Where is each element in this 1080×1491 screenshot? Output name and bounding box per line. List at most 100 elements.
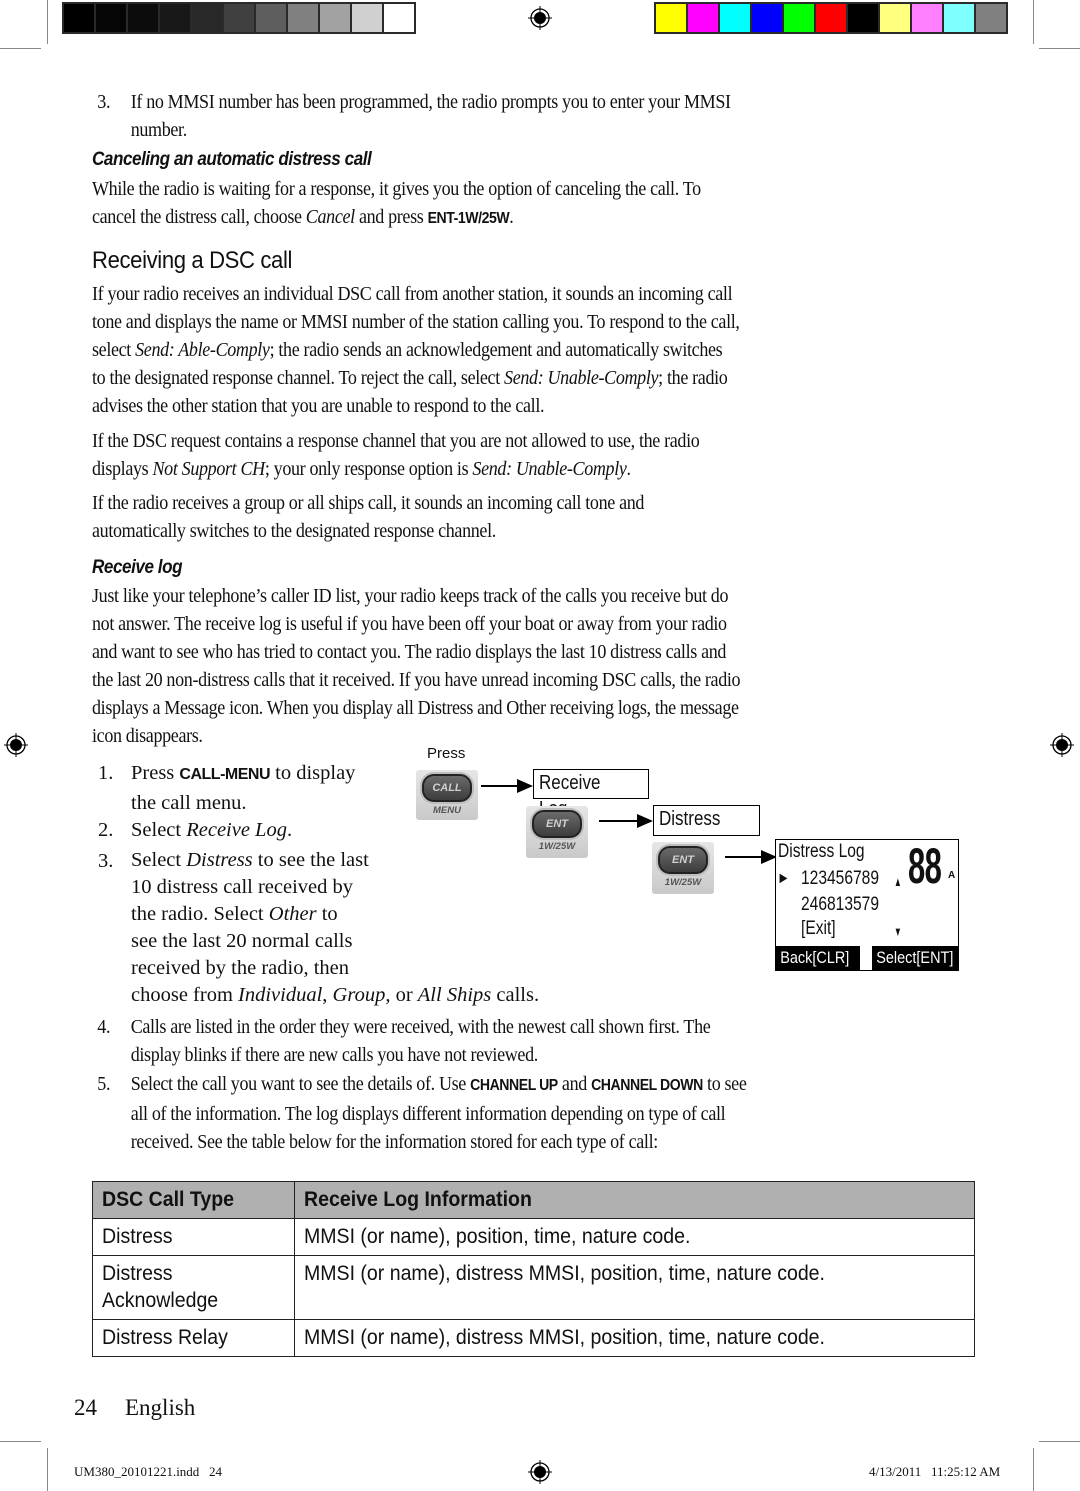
- text-line: received by the radio, then: [131, 957, 350, 979]
- table-header-row: DSC Call Type Receive Log Information: [92, 1181, 975, 1219]
- text-line: display blinks if there are new calls yo…: [130, 1044, 539, 1066]
- ui-term: Cancel: [305, 206, 355, 228]
- text: Select: [131, 819, 187, 841]
- header-text: DSC Call Type: [102, 1188, 235, 1211]
- crop-mark: [47, 0, 48, 44]
- menu-key-sublabel: MENU: [433, 805, 461, 816]
- lcd-title: Distress Log: [778, 841, 865, 862]
- text-line: If the radio receives a group or all shi…: [92, 492, 645, 514]
- text: cancel the distress call, choose: [92, 206, 306, 228]
- cell-text: Distress: [102, 1225, 173, 1248]
- color-swatch: [656, 4, 686, 32]
- color-swatch: [976, 4, 1006, 32]
- color-swatch: [352, 4, 382, 32]
- crop-mark: [47, 1448, 48, 1491]
- text-line: to the designated response channel. To r…: [92, 364, 981, 392]
- ui-term: Group,: [332, 984, 391, 1006]
- color-swatch: [288, 4, 318, 32]
- cell-text: Acknowledge: [102, 1289, 219, 1312]
- cell-text: MMSI (or name), distress MMSI, position,…: [304, 1326, 825, 1349]
- text-line: see the last 20 normal calls: [131, 930, 353, 952]
- text: ; the radio sends an acknowledgement and…: [269, 339, 723, 361]
- key-name: ENT-1W/25W: [427, 210, 510, 227]
- text: displays: [92, 458, 153, 480]
- color-swatch: [752, 4, 782, 32]
- section-subheading: Receive log: [92, 557, 183, 578]
- receiving-paragraph-1: If your radio receives an individual DSC…: [92, 280, 981, 420]
- text-line: the radio. Select Other to: [131, 901, 539, 928]
- cell-text: Distress: [102, 1262, 173, 1285]
- registration-mark-icon: [1050, 733, 1074, 757]
- text-line: number.: [130, 119, 188, 141]
- text-line: If the DSC request contains a response c…: [92, 430, 700, 452]
- ui-term: Send: Able-Comply: [135, 339, 270, 361]
- receiving-paragraph-2: If the DSC request contains a response c…: [92, 427, 981, 483]
- text: and: [557, 1073, 592, 1095]
- section-heading: Receiving a DSC call: [92, 247, 293, 274]
- text: ; the radio: [658, 367, 728, 389]
- ui-term: Distress: [186, 849, 253, 871]
- crop-mark: [0, 48, 41, 49]
- text: to display: [270, 762, 356, 784]
- text-line: Select Distress to see the last: [131, 847, 539, 874]
- color-swatch: [720, 4, 750, 32]
- color-swatch: [688, 4, 718, 32]
- list-number: 3.: [98, 850, 114, 872]
- step-item: 5. Select the call you want to see the d…: [92, 1070, 981, 1156]
- lcd-exit: [Exit]: [801, 918, 836, 939]
- call-key-label: CALL: [422, 774, 472, 802]
- text: .: [626, 458, 631, 480]
- color-swatch: [848, 4, 878, 32]
- ent-key-label: ENT: [532, 810, 582, 838]
- text-line: the last 20 non-distress calls that it r…: [92, 669, 741, 691]
- key-name: CHANNEL UP: [470, 1077, 558, 1094]
- column-header: DSC Call Type: [92, 1181, 295, 1219]
- text-line: select Send: Able-Comply; the radio send…: [92, 336, 981, 364]
- text: to: [316, 903, 338, 925]
- registration-mark-icon: [528, 1460, 552, 1484]
- cell-text: MMSI (or name), position, time, nature c…: [304, 1225, 691, 1248]
- ent-key-label: ENT: [658, 846, 708, 874]
- crop-mark: [1033, 0, 1034, 44]
- power-key-sublabel: 1W/25W: [664, 877, 702, 888]
- slug-filename: UM380_20101221.indd 24: [74, 1464, 223, 1479]
- section-subheading: Canceling an automatic distress call: [92, 149, 372, 170]
- text: and press: [354, 206, 428, 228]
- menu-label: Distress: [659, 808, 721, 830]
- ui-term: Not Support CH: [152, 458, 265, 480]
- key-name: CHANNEL DOWN: [591, 1077, 703, 1094]
- text: Press: [131, 762, 180, 784]
- color-swatch: [256, 4, 286, 32]
- text-line: received. See the table below for the in…: [130, 1131, 659, 1153]
- receive-log-paragraph: Just like your telephone’s caller ID lis…: [92, 582, 981, 750]
- cancel-paragraph: While the radio is waiting for a respons…: [92, 175, 981, 233]
- text-line: choose from Individual, Group, or All Sh…: [131, 982, 539, 1009]
- ui-term: Send: Unable-Comply: [472, 458, 627, 480]
- list-number: 2.: [98, 819, 114, 841]
- text-line: icon disappears.: [92, 725, 203, 747]
- text-line: all of the information. The log displays…: [130, 1103, 726, 1125]
- ui-term: Send: Unable-Comply: [504, 367, 659, 389]
- crop-mark: [1039, 1441, 1080, 1442]
- dsc-call-type-table: DSC Call Type Receive Log Information Di…: [92, 1181, 975, 1357]
- list-number: 1.: [98, 762, 114, 784]
- color-swatch: [816, 4, 846, 32]
- color-swatch: [160, 4, 190, 32]
- ui-term: Receive Log: [186, 819, 287, 841]
- text-line: not answer. The receive log is useful if…: [92, 613, 727, 635]
- power-key-sublabel: 1W/25W: [538, 841, 576, 852]
- text-line: cancel the distress call, choose Cancel …: [92, 203, 981, 233]
- text: to see: [702, 1073, 747, 1095]
- arrow-right-icon: [599, 814, 653, 828]
- text-line: Just like your telephone’s caller ID lis…: [92, 585, 729, 607]
- step-item: 4. Calls are listed in the order they we…: [92, 1013, 981, 1069]
- process-color-bar: [654, 2, 1008, 34]
- intro-list-item: 3. If no MMSI number has been programmed…: [92, 88, 981, 144]
- color-swatch: [64, 4, 94, 32]
- text: to see the last: [252, 849, 369, 871]
- text-line: tone and displays the name or MMSI numbe…: [92, 311, 740, 333]
- grayscale-color-bar: [62, 2, 416, 34]
- text: select: [92, 339, 136, 361]
- softkey-back: Back[CLR]: [776, 946, 860, 970]
- text: calls.: [491, 984, 540, 1006]
